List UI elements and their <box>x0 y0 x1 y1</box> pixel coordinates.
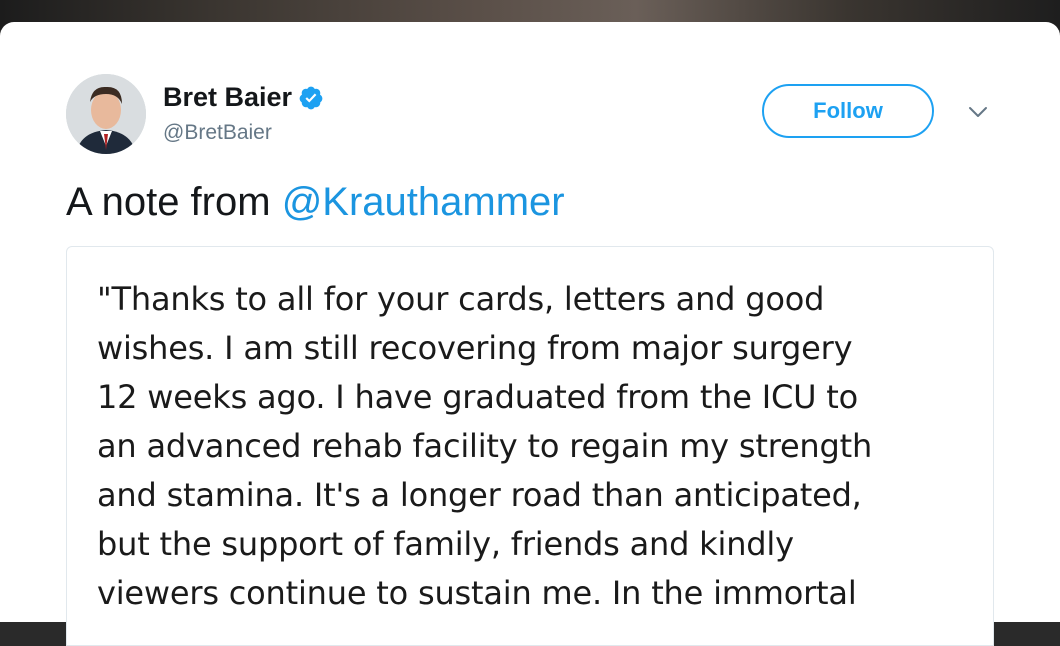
author-name[interactable]: Bret Baier <box>163 82 292 113</box>
author-name-row: Bret Baier <box>163 82 324 113</box>
follow-button[interactable]: Follow <box>762 84 934 138</box>
verified-badge-icon <box>299 86 323 109</box>
tweet-image[interactable]: "Thanks to all for your cards, letters a… <box>66 246 994 646</box>
tweet-text-prefix: A note from <box>66 180 271 224</box>
author-handle[interactable]: @BretBaier <box>163 121 272 145</box>
note-line: viewers continue to sustain me. In the i… <box>97 574 857 612</box>
tweet-text: A note from @Krauthammer <box>66 180 565 225</box>
avatar-photo-icon <box>66 74 146 154</box>
note-line: "Thanks to all for your cards, letters a… <box>97 280 825 318</box>
note-line: 12 weeks ago. I have graduated from the … <box>97 378 859 416</box>
image-note-text: "Thanks to all for your cards, letters a… <box>97 275 977 618</box>
author-avatar[interactable] <box>66 74 146 154</box>
note-line: an advanced rehab facility to regain my … <box>97 427 873 465</box>
chevron-down-icon[interactable] <box>966 102 990 122</box>
tweet-card: Bret Baier @BretBaier Follow A note from… <box>0 22 1060 646</box>
mention-link[interactable]: @Krauthammer <box>282 180 565 224</box>
note-line: but the support of family, friends and k… <box>97 525 794 563</box>
note-line: wishes. I am still recovering from major… <box>97 329 853 367</box>
note-line: and stamina. It's a longer road than ant… <box>97 476 862 514</box>
